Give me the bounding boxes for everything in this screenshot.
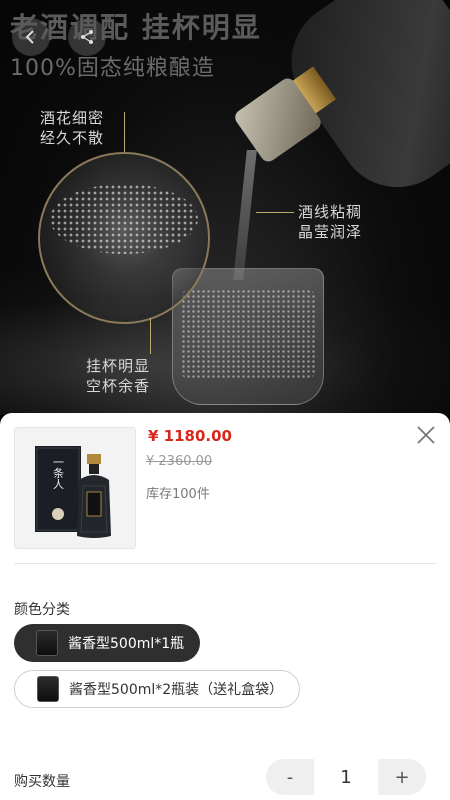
divider	[14, 563, 437, 564]
increase-button[interactable]: +	[378, 767, 426, 788]
quantity-stepper: - 1 +	[266, 759, 426, 795]
option-500ml-1-bottle[interactable]: 酱香型500ml*1瓶	[14, 624, 201, 662]
annotation-cup: 挂杯明显 空杯余香	[86, 357, 151, 395]
product-thumbnail[interactable]: 一条人	[14, 427, 136, 549]
option-thumbnail-icon	[37, 676, 59, 702]
box-brand-text: 一条人	[52, 457, 65, 490]
option-500ml-2-bottles[interactable]: 酱香型500ml*2瓶装（送礼盒袋）	[14, 670, 301, 708]
product-image: 一条人	[15, 428, 135, 548]
close-button[interactable]	[414, 423, 438, 447]
current-price: ¥ 1180.00	[148, 427, 232, 445]
stock-count: 库存100件	[146, 487, 210, 502]
option-label: 酱香型500ml*1瓶	[68, 636, 185, 652]
quantity-input[interactable]: 1	[314, 759, 378, 795]
back-button[interactable]	[12, 18, 50, 56]
annotation-stream: 酒线粘稠 晶莹润泽	[298, 203, 363, 241]
close-icon	[417, 426, 435, 444]
quantity-label: 购买数量	[14, 774, 70, 790]
share-button[interactable]	[68, 18, 106, 56]
option-label: 酱香型500ml*2瓶装（送礼盒袋）	[69, 682, 284, 698]
glass-cup	[172, 268, 324, 405]
product-hero-image: 老酒调配 挂杯明显 100%固态纯粮酿造 酒花细密 经久不散 酒线粘稠 晶莹润泽…	[0, 0, 450, 415]
sku-selector-sheet: 一条人 ¥ 1180.00 ¥ 2360.00 库存100件 颜色分类 酱香型5…	[0, 413, 450, 800]
back-icon	[25, 30, 34, 44]
liquor-stream	[233, 150, 257, 280]
magnified-bubbles	[38, 152, 210, 324]
hero-subtitle: 100%固态纯粮酿造	[10, 56, 215, 81]
decrease-button[interactable]: -	[266, 767, 314, 788]
original-price: ¥ 2360.00	[146, 454, 213, 469]
annotation-foam: 酒花细密 经久不散	[40, 109, 105, 147]
option-thumbnail-icon	[36, 630, 58, 656]
color-category-label: 颜色分类	[14, 602, 70, 618]
share-icon	[81, 30, 93, 44]
